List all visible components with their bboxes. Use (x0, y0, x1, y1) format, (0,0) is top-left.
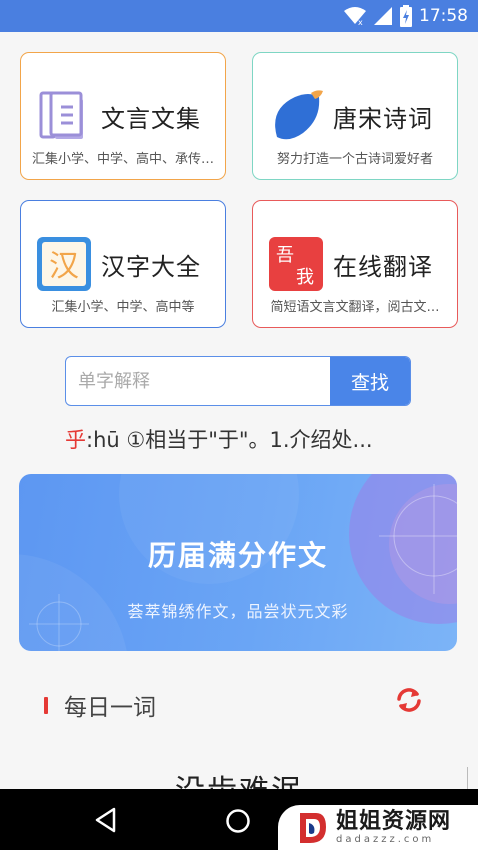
home-icon[interactable] (225, 808, 251, 834)
card-chinese-characters[interactable]: 汉 汉字大全 汇集小学、中学、高中等 (20, 200, 226, 328)
card-subtitle: 汇集小学、中学、高中等 (51, 300, 195, 315)
card-title: 汉字大全 (101, 253, 201, 281)
signal-icon (374, 7, 392, 25)
watermark-url: dadazzz.com (336, 833, 435, 845)
scrollbar[interactable] (467, 767, 468, 789)
card-subtitle: 汇集小学、中学、高中、承传… (31, 152, 214, 167)
word-character: 乎 (65, 428, 86, 452)
watermark: 姐姐资源网 dadazzz.com (278, 805, 478, 850)
svg-text:汉: 汉 (49, 249, 79, 284)
card-title: 在线翻译 (333, 253, 433, 281)
search-button[interactable]: 查找 (330, 357, 410, 405)
refresh-icon[interactable] (395, 686, 423, 714)
svg-text:吾: 吾 (276, 245, 294, 266)
search-input[interactable] (66, 357, 330, 405)
book-icon (39, 91, 83, 139)
search-box: 查找 (65, 356, 411, 406)
card-classical-chinese[interactable]: 文言文集 汇集小学、中学、高中、承传… (20, 52, 226, 180)
han-character-icon: 汉 (37, 237, 91, 291)
battery-charging-icon (400, 5, 412, 27)
banner-title: 历届满分作文 (147, 539, 328, 572)
leaf-icon (275, 90, 323, 140)
card-subtitle: 努力打造一个古诗词爱好者 (276, 152, 433, 167)
banner-subtitle: 荟萃锦绣作文，品尝状元文彩 (127, 602, 349, 621)
status-time: 17:58 (419, 6, 468, 26)
watermark-name: 姐姐资源网 (336, 808, 452, 834)
status-icons: x (343, 5, 413, 27)
card-tang-song-poetry[interactable]: 唐宋诗词 努力打造一个古诗词爱好者 (252, 52, 458, 180)
section-marker (44, 696, 48, 714)
daily-word-header: 每日一词 (44, 688, 156, 722)
translate-icon: 吾 我 (269, 237, 323, 291)
status-bar: x 17:58 (0, 0, 478, 32)
card-subtitle: 简短语文言文翻译，阅古文… (270, 300, 440, 315)
svg-text:我: 我 (296, 267, 314, 288)
daily-word-title: 每日一词 (64, 695, 156, 721)
svg-text:x: x (358, 18, 363, 26)
card-title: 唐宋诗词 (333, 105, 433, 133)
back-icon[interactable] (94, 807, 118, 833)
word-definition: :hū ①相当于"于"。1.介绍处... (86, 428, 373, 452)
essay-banner[interactable]: 历届满分作文 荟萃锦绣作文，品尝状元文彩 (19, 474, 457, 651)
word-definition-line[interactable]: 乎:hū ①相当于"于"。1.介绍处... (65, 424, 373, 454)
watermark-logo-icon (300, 812, 326, 843)
wifi-icon: x (344, 7, 366, 26)
card-title: 文言文集 (101, 105, 201, 133)
card-online-translate[interactable]: 吾 我 在线翻译 简短语文言文翻译，阅古文… (252, 200, 458, 328)
